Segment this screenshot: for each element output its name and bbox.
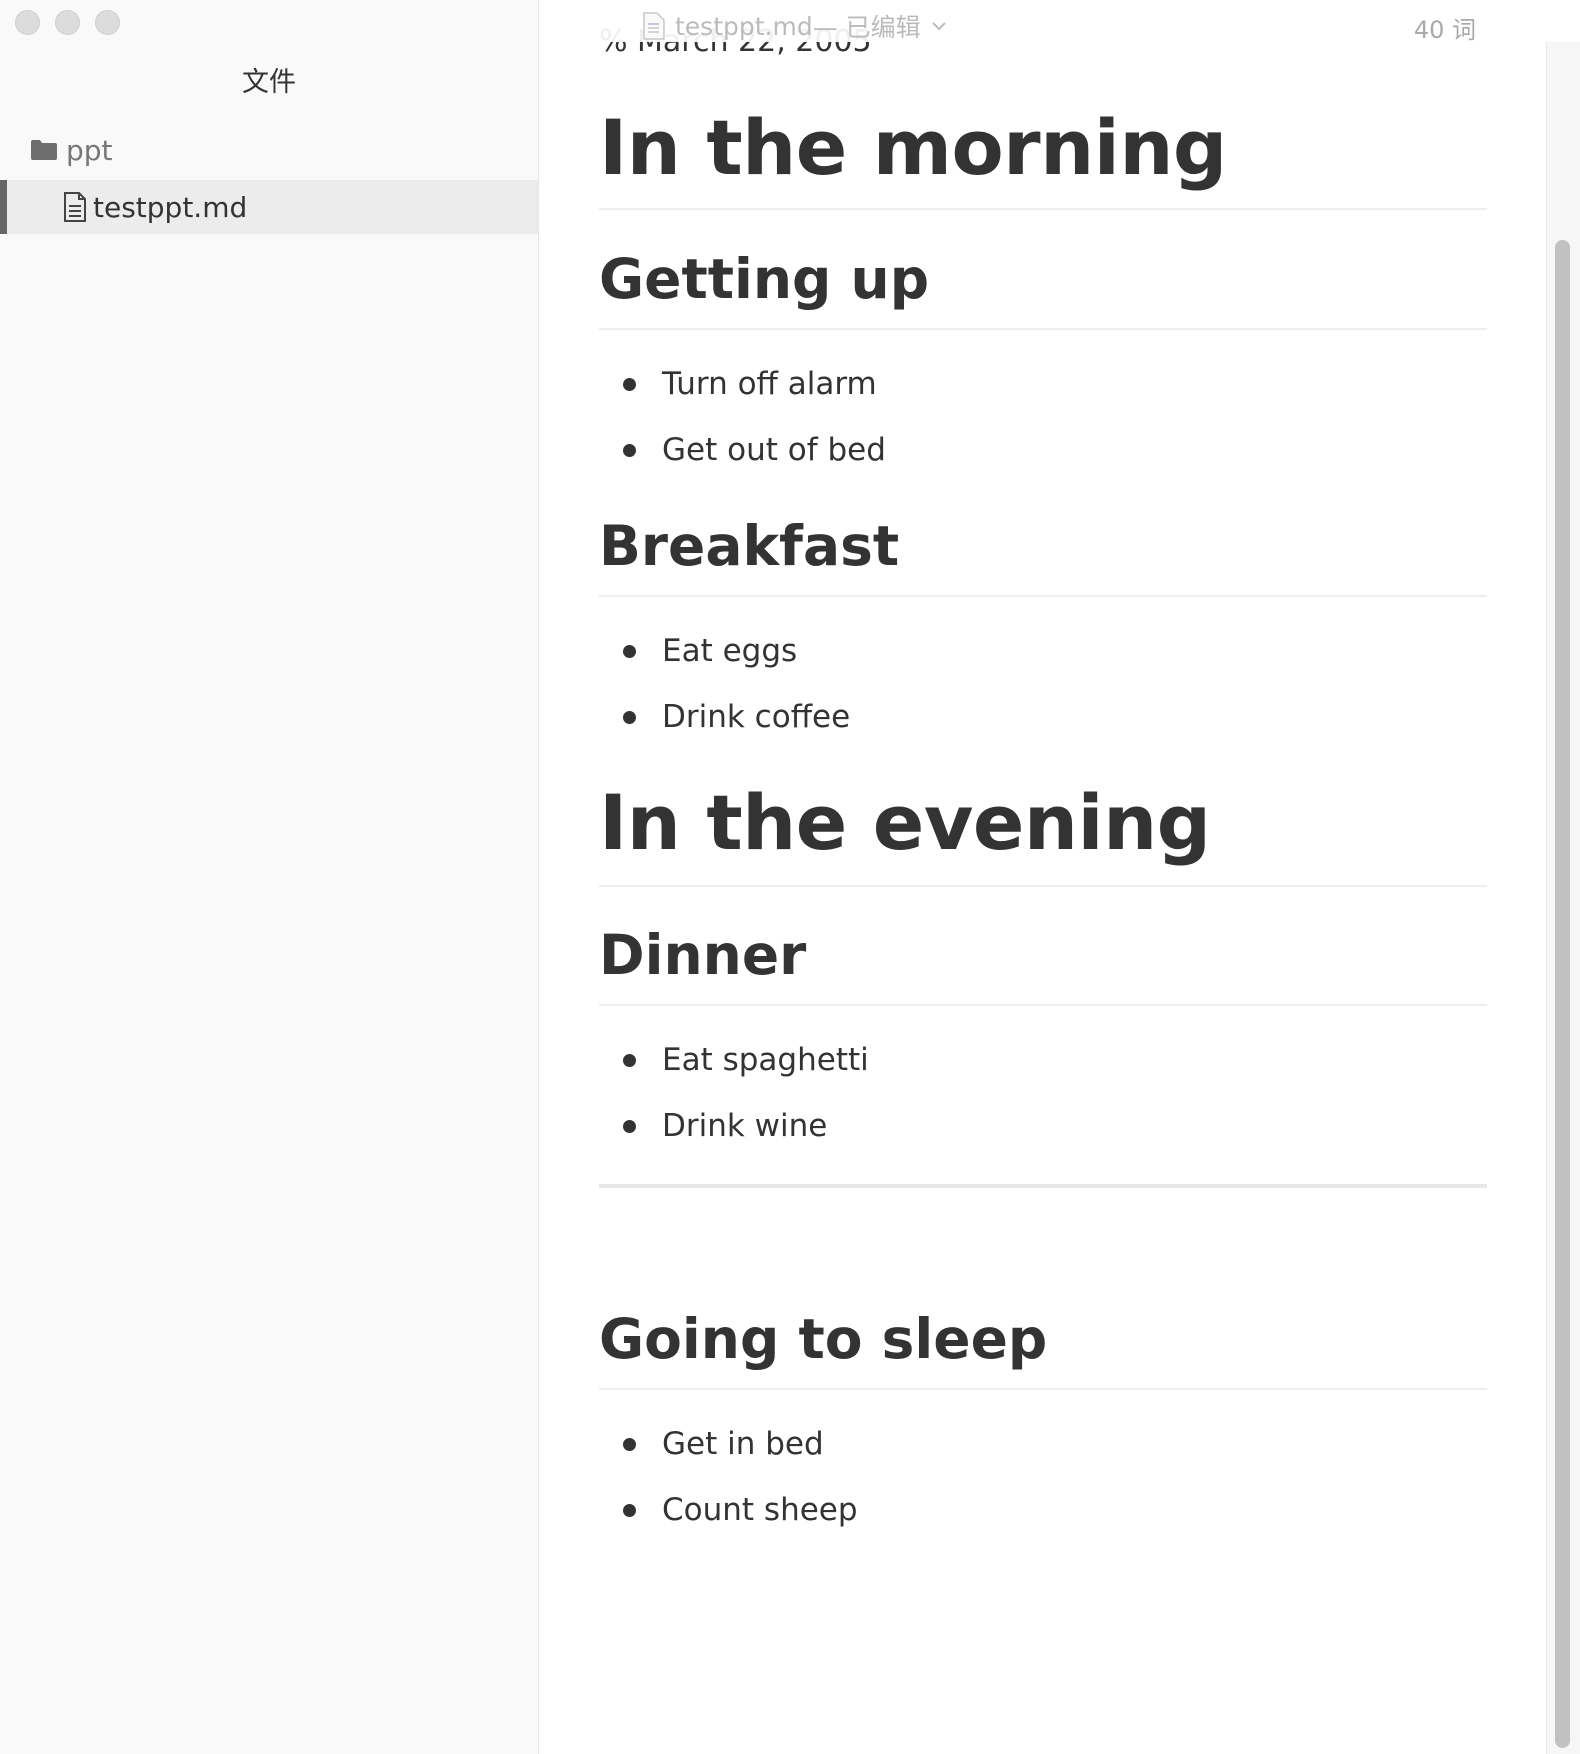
list-item-text: Drink coffee (662, 699, 851, 735)
list-item[interactable]: Eat eggs (599, 633, 797, 669)
title-status: — 已编辑 (812, 13, 921, 42)
horizontal-rule (599, 1184, 1487, 1188)
list-item[interactable]: Get in bed (599, 1426, 824, 1462)
file-item-testppt[interactable]: testppt.md (0, 180, 538, 234)
list-item[interactable]: Turn off alarm (599, 366, 877, 402)
bullet-icon (623, 443, 636, 457)
list-item[interactable]: Drink wine (599, 1108, 827, 1144)
heading-going-to-sleep[interactable]: Going to sleep (599, 1312, 1487, 1390)
heading-getting-up[interactable]: Getting up (599, 252, 1487, 330)
file-icon (64, 192, 86, 222)
editor-pane[interactable]: % March 22, 2005 In the morning Getting … (539, 0, 1546, 1754)
zoom-window-button[interactable] (95, 10, 120, 35)
bullet-icon (623, 1119, 636, 1133)
chevron-down-icon (931, 22, 946, 31)
bullet-icon (623, 1437, 636, 1451)
folder-icon (31, 140, 57, 160)
sidebar-title: 文件 (242, 67, 296, 98)
document-icon (643, 12, 665, 40)
list-item[interactable]: Eat spaghetti (599, 1042, 869, 1078)
list-item-text: Eat spaghetti (662, 1042, 869, 1078)
heading-dinner[interactable]: Dinner (599, 928, 1487, 1006)
bullet-icon (623, 1053, 636, 1067)
heading-breakfast[interactable]: Breakfast (599, 519, 1487, 597)
list-item-text: Drink wine (662, 1108, 828, 1144)
folder-item-ppt[interactable]: ppt (30, 128, 113, 172)
list-item-text: Turn off alarm (662, 366, 877, 402)
list-item-text: Get in bed (662, 1426, 824, 1462)
active-indicator (0, 180, 7, 234)
document-title-menu[interactable]: testppt.md — 已编辑 (643, 8, 947, 44)
title-bar: testppt.md — 已编辑 40 词 (539, 0, 1580, 45)
list-item[interactable]: Drink coffee (599, 699, 850, 735)
file-sidebar: 文件 ppt testppt.md (0, 0, 539, 1754)
heading-morning[interactable]: In the morning (599, 110, 1487, 210)
app-window: 文件 ppt testppt.md % March 22, 2005 In th… (0, 0, 1580, 1754)
folder-label: ppt (66, 133, 113, 167)
list-item-text: Eat eggs (662, 633, 798, 669)
bullet-icon (623, 710, 636, 724)
bullet-icon (623, 377, 636, 391)
list-item[interactable]: Get out of bed (599, 432, 886, 468)
title-filename: testppt.md (675, 11, 813, 41)
list-item-text: Get out of bed (662, 432, 886, 468)
scrollbar-thumb[interactable] (1555, 240, 1570, 1748)
list-item[interactable]: Count sheep (599, 1492, 858, 1528)
heading-evening[interactable]: In the evening (599, 785, 1487, 887)
bullet-icon (623, 644, 636, 658)
close-window-button[interactable] (15, 10, 40, 35)
file-label: testppt.md (93, 190, 248, 224)
list-item-text: Count sheep (662, 1492, 858, 1528)
minimize-window-button[interactable] (55, 10, 80, 35)
word-count[interactable]: 40 词 (1414, 10, 1476, 45)
bullet-icon (623, 1503, 636, 1517)
